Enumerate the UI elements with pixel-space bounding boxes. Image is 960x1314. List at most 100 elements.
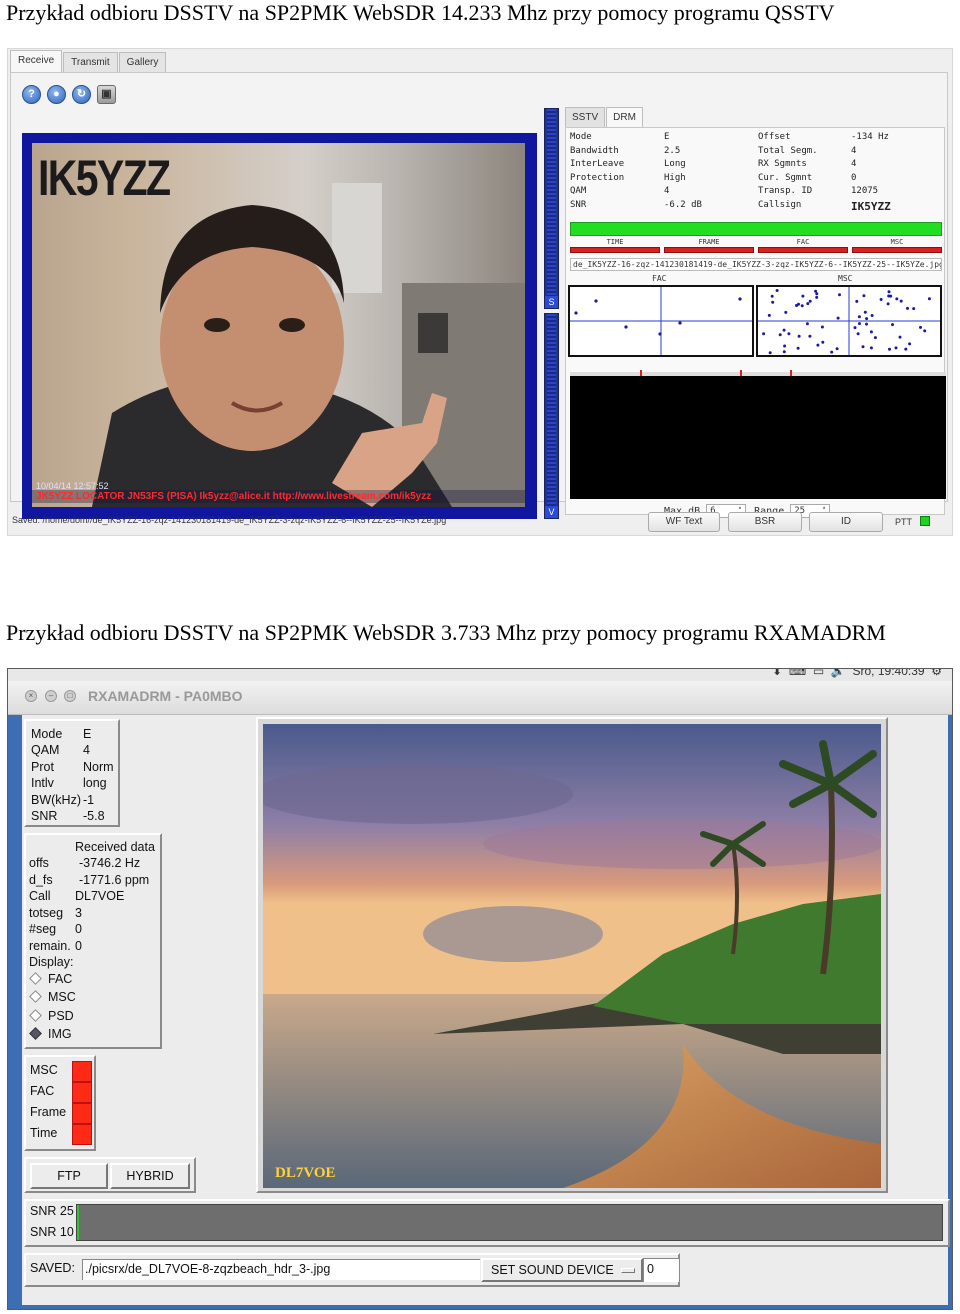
msc-point	[820, 325, 824, 329]
gear-icon[interactable]: ⚙	[931, 669, 942, 678]
saved-filename-field[interactable]: ./picsrx/de_DL7VOE-8-zqzbeach_hdr_3-.jpg	[82, 1259, 480, 1280]
tab-transmit[interactable]: Transmit	[63, 52, 118, 72]
keyboard-icon[interactable]: ⌨	[789, 669, 806, 678]
msc-point	[787, 332, 791, 336]
radio-icon[interactable]	[29, 990, 42, 1003]
msc-point	[869, 330, 873, 334]
volume-bar-label: V	[545, 506, 558, 518]
msc-point	[782, 350, 786, 354]
tab-receive[interactable]: Receive	[10, 50, 63, 72]
network-icon[interactable]: ▭	[813, 669, 824, 678]
clock-text[interactable]: Sro, 19:40:39	[853, 669, 925, 678]
radio-icon[interactable]	[29, 1009, 42, 1022]
mode-key: Prot	[31, 760, 54, 774]
received-value: 3	[75, 906, 82, 920]
led-row-frame: Frame	[30, 1103, 92, 1124]
start-icon[interactable]: ?	[22, 85, 41, 104]
drm-key: InterLeave	[570, 159, 625, 169]
drm-info-table: Mode E Offset -134 Hz Bandwidth 2.5 Total Seg…	[570, 132, 940, 213]
sound-device-field[interactable]: 0	[643, 1258, 679, 1282]
drm-info-row: Mode E Offset -134 Hz	[570, 132, 940, 146]
received-key: offs	[29, 856, 49, 870]
received-data-header: Received data	[75, 840, 155, 854]
drm-info-row: InterLeave Long RX Sgmnts 4	[570, 159, 940, 173]
drm-info-row: Bandwidth 2.5 Total Segm. 4	[570, 146, 940, 160]
msc-point	[855, 299, 859, 303]
fac-constellation	[570, 287, 752, 355]
signal-level-fill	[547, 109, 556, 308]
caption-qsstv: Przykład odbioru DSSTV na SP2PMK WebSDR …	[6, 0, 835, 25]
msc-point	[783, 344, 787, 348]
status-led	[758, 247, 848, 253]
msc-point	[887, 290, 891, 294]
msc-point	[865, 317, 869, 321]
msc-point	[879, 298, 883, 301]
drm-value: 4	[851, 159, 857, 169]
display-option-img[interactable]: IMG	[29, 1027, 72, 1041]
hybrid-button[interactable]: HYBRID	[110, 1163, 190, 1189]
msc-point	[865, 322, 868, 326]
set-sound-device-button[interactable]: SET SOUND DEVICE	[481, 1258, 643, 1282]
sync-status-row: TIME FRAME FAC MSC	[570, 238, 942, 253]
volume-icon[interactable]: 🔈	[831, 669, 846, 678]
msc-point	[927, 297, 931, 301]
spectrum-marker	[640, 370, 642, 376]
msc-point	[835, 347, 839, 351]
snr-meter-marker	[77, 1205, 79, 1240]
tab-gallery[interactable]: Gallery	[118, 52, 167, 72]
ftp-button[interactable]: FTP	[30, 1163, 108, 1189]
msc-point	[862, 294, 866, 298]
stop-icon[interactable]: ●	[47, 85, 66, 104]
tab-drm[interactable]: DRM	[606, 107, 643, 127]
close-icon[interactable]: ×	[25, 690, 37, 702]
msc-point	[768, 351, 772, 355]
received-value: -3746.2 Hz	[79, 856, 141, 870]
drm-info-row: SNR -6.2 dB Callsign IK5YZZ	[570, 200, 940, 214]
frame-led	[72, 1103, 92, 1124]
mode-button-box: FTP HYBRID	[24, 1157, 196, 1193]
msc-point	[801, 294, 805, 298]
received-image-frame: DL7VOE	[256, 717, 888, 1193]
snr-indicator-bar	[570, 222, 942, 236]
msc-point	[889, 294, 893, 298]
mode-value: 4	[83, 743, 90, 757]
radio-icon[interactable]	[29, 972, 42, 985]
fac-led	[72, 1082, 92, 1103]
msc-point	[796, 346, 800, 350]
mode-value: Norm	[83, 760, 114, 774]
radio-selected-icon[interactable]	[29, 1027, 42, 1040]
mode-value: long	[83, 776, 107, 790]
saved-label: SAVED:	[30, 1261, 75, 1275]
display-label: Display:	[29, 955, 74, 969]
msc-point	[908, 342, 912, 346]
msc-point	[906, 306, 909, 310]
maximize-icon[interactable]: □	[64, 690, 76, 702]
minimize-icon[interactable]: –	[45, 690, 57, 702]
msc-point	[891, 323, 894, 327]
drm-side-panel: SSTV DRM Mode E Offset -134 Hz Bandwidth 2.5…	[565, 107, 946, 518]
bsr-button[interactable]: BSR	[728, 512, 802, 532]
window-title: RXAMADRM - PA0MBO	[88, 688, 243, 704]
msc-point	[919, 325, 922, 329]
mode-info-box: Mode E QAM 4 Prot Norm Intlv long BW(kHz…	[24, 719, 120, 827]
id-button[interactable]: ID	[809, 512, 883, 532]
save-icon[interactable]: ▣	[97, 85, 116, 104]
msc-point	[778, 333, 782, 337]
download-icon[interactable]: ⬇	[772, 669, 782, 678]
qsstv-window: Receive Transmit Gallery ? ● ↻ ▣ IK5YZZ …	[7, 48, 953, 536]
drm-value: 4	[851, 145, 857, 156]
drm-key: RX Sgmnts	[758, 159, 807, 169]
display-option-fac[interactable]: FAC	[29, 972, 72, 986]
msc-point	[770, 294, 774, 298]
drm-value: High	[664, 172, 686, 183]
tab-sstv[interactable]: SSTV	[565, 107, 606, 127]
msc-point	[873, 336, 877, 340]
display-option-msc[interactable]: MSC	[29, 990, 76, 1004]
spectrum-marker	[790, 370, 792, 376]
led-row-time: Time	[30, 1124, 92, 1145]
display-option-psd[interactable]: PSD	[29, 1009, 74, 1023]
wf-text-button[interactable]: WF Text	[648, 512, 720, 532]
erase-icon[interactable]: ↻	[72, 85, 91, 104]
msc-led	[72, 1061, 92, 1082]
received-key: Call	[29, 889, 51, 903]
